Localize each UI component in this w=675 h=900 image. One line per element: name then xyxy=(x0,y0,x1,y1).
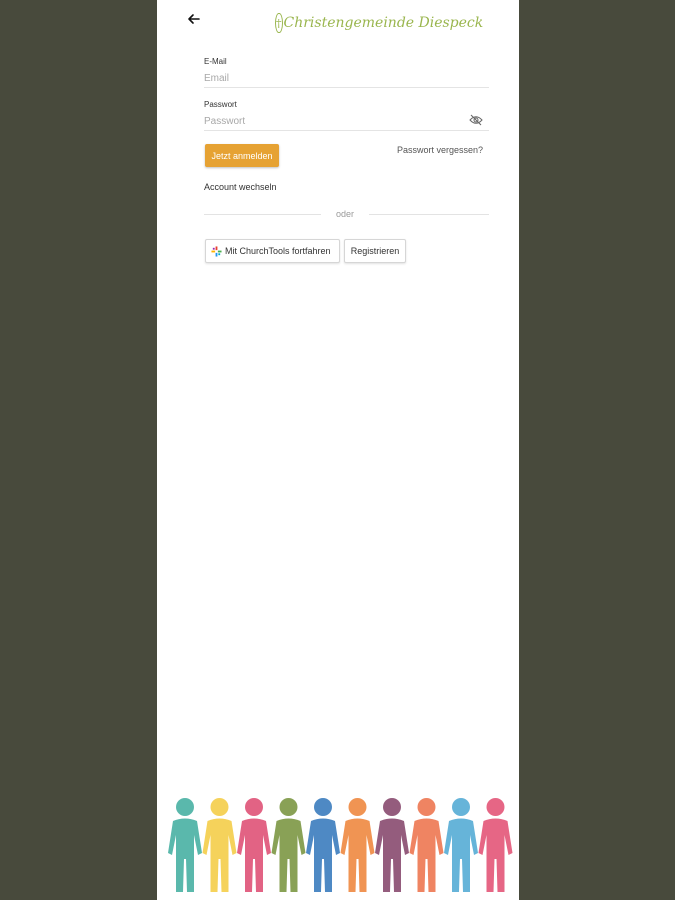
person-figure xyxy=(478,798,513,892)
login-button[interactable]: Jetzt anmelden xyxy=(205,144,279,167)
person-figure xyxy=(375,798,409,892)
churchtools-label: Mit ChurchTools fortfahren xyxy=(225,246,331,256)
login-panel: † Christengemeinde Diespeck E-Mail Passw… xyxy=(157,0,519,900)
person-figure xyxy=(409,798,444,892)
logo-text: Christengemeinde Diespeck xyxy=(283,15,484,31)
person-figure xyxy=(444,798,478,892)
person-figure xyxy=(202,798,237,892)
church-logo: † Christengemeinde Diespeck xyxy=(275,8,483,38)
arrow-left-icon[interactable] xyxy=(187,12,201,26)
churchtools-icon xyxy=(211,245,222,257)
password-label: Passwort xyxy=(204,100,237,109)
churchtools-login-button[interactable]: Mit ChurchTools fortfahren xyxy=(205,239,340,263)
person-figure xyxy=(306,798,340,892)
forgot-password-link[interactable]: Passwort vergessen? xyxy=(397,145,483,155)
person-figure xyxy=(340,798,375,892)
person-figure xyxy=(237,798,271,892)
switch-account-link[interactable]: Account wechseln xyxy=(204,182,277,192)
email-input[interactable] xyxy=(204,69,489,88)
eye-off-icon[interactable] xyxy=(469,114,483,126)
email-label: E-Mail xyxy=(204,57,227,66)
person-figure xyxy=(168,798,202,892)
divider-label: oder xyxy=(336,209,355,219)
register-button[interactable]: Registrieren xyxy=(344,239,406,263)
figures-group xyxy=(168,798,513,892)
cross-icon: † xyxy=(275,13,283,33)
person-figure xyxy=(271,798,306,892)
divider-line-right xyxy=(369,214,489,215)
people-illustration xyxy=(168,798,513,892)
divider-line-left xyxy=(204,214,321,215)
password-input[interactable] xyxy=(204,112,489,131)
